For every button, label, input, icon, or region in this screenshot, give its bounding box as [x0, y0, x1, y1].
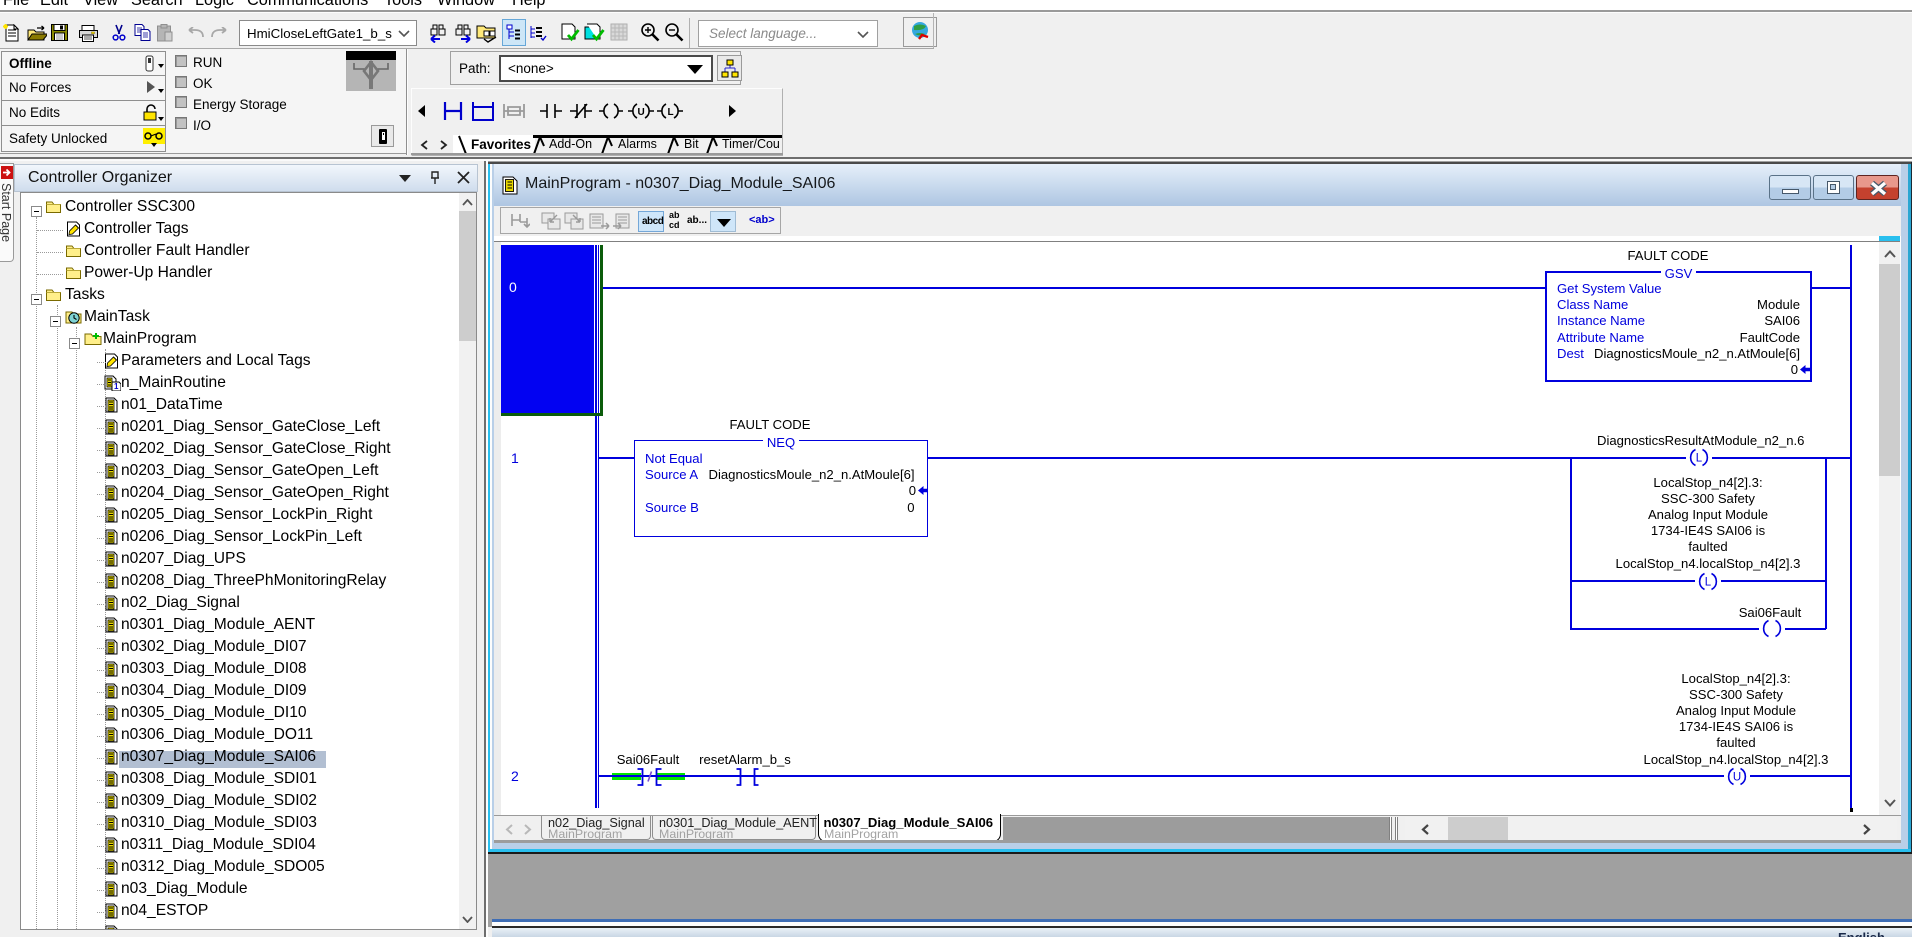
svg-text:L: L [1705, 576, 1712, 588]
svg-text:L: L [668, 107, 674, 118]
svg-text:L: L [1696, 453, 1703, 465]
svg-text:U: U [638, 107, 645, 118]
svg-text:1: 1 [114, 382, 119, 391]
svg-text:U: U [1732, 771, 1740, 783]
